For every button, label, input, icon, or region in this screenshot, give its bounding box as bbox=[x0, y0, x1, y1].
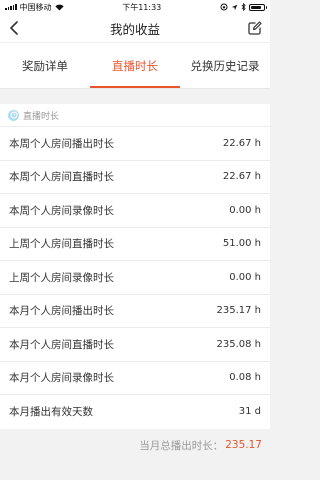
list-item: 本月个人房间直播时长 235.08 h bbox=[0, 328, 270, 362]
edit-button[interactable] bbox=[247, 20, 263, 36]
list-item: 本周个人房间直播时长 22.67 h bbox=[0, 161, 270, 194]
status-time: 下午11:33 bbox=[122, 2, 162, 12]
edit-icon bbox=[248, 21, 262, 35]
back-button[interactable] bbox=[6, 20, 22, 36]
list-item: 上周个人房间直播时长 51.00 h bbox=[0, 228, 270, 261]
wifi-icon bbox=[54, 4, 64, 10]
row-value: 22.67 h bbox=[222, 137, 261, 149]
total-value: 235.17 bbox=[225, 439, 262, 451]
list-item: 本周个人房间播出时长 22.67 h bbox=[0, 127, 270, 161]
nav-bar: 我的收益 bbox=[0, 14, 270, 42]
row-value: 0.00 h bbox=[229, 204, 261, 216]
section-title: 直播时长 bbox=[23, 111, 60, 122]
tab-live-duration[interactable]: 直播时长 bbox=[90, 43, 180, 88]
carrier-label: 中国移动 bbox=[19, 2, 52, 12]
total-label: 当月总播出时长： bbox=[139, 439, 224, 452]
tab-exchange-history[interactable]: 兑换历史记录 bbox=[180, 43, 270, 88]
signal-icon bbox=[5, 4, 17, 10]
row-label: 本月个人房间播出时长 bbox=[9, 305, 114, 318]
row-label: 本周个人房间直播时长 bbox=[9, 171, 114, 184]
row-value: 31 d bbox=[238, 406, 261, 418]
list-item: 本月个人房间播出时长 235.17 h bbox=[0, 295, 270, 328]
duration-list: 本周个人房间播出时长 22.67 h 本周个人房间直播时长 22.67 h 本周个人… bbox=[0, 127, 270, 429]
bluetooth-icon bbox=[241, 3, 246, 11]
row-value: 235.08 h bbox=[216, 338, 261, 350]
row-value: 22.67 h bbox=[222, 171, 261, 183]
page-title: 我的收益 bbox=[109, 21, 160, 37]
row-label: 本周个人房间播出时长 bbox=[9, 137, 114, 150]
battery-icon bbox=[249, 3, 267, 11]
status-left: 中国移动 bbox=[5, 2, 64, 13]
list-item: 上周个人房间录像时长 0.00 h bbox=[0, 261, 270, 295]
row-value: 0.00 h bbox=[229, 271, 261, 283]
row-label: 上周个人房间直播时长 bbox=[9, 238, 114, 251]
row-label: 本月播出有效天数 bbox=[9, 406, 93, 419]
clock-icon bbox=[8, 109, 19, 121]
row-label: 本月个人房间直播时长 bbox=[9, 338, 114, 351]
row-value: 235.17 h bbox=[216, 305, 261, 317]
row-label: 本月个人房间录像时长 bbox=[9, 372, 114, 385]
chevron-left-icon bbox=[10, 21, 18, 35]
list-item: 本周个人房间录像时长 0.00 h bbox=[0, 194, 270, 228]
rotation-lock-icon bbox=[220, 3, 228, 11]
total-summary: 当月总播出时长： 235.17 bbox=[0, 428, 270, 462]
status-bar: 中国移动 下午11:33 bbox=[0, 0, 270, 14]
tab-reward-details[interactable]: 奖励详单 bbox=[0, 43, 90, 88]
list-item: 本月个人房间录像时长 0.08 h bbox=[0, 362, 270, 395]
tab-bar: 奖励详单 直播时长 兑换历史记录 bbox=[0, 43, 270, 89]
row-label: 本周个人房间录像时长 bbox=[9, 204, 114, 217]
location-icon bbox=[231, 4, 238, 10]
list-item: 本月播出有效天数 31 d bbox=[0, 395, 270, 429]
row-label: 上周个人房间录像时长 bbox=[9, 271, 114, 284]
status-right bbox=[220, 3, 267, 11]
row-value: 51.00 h bbox=[222, 238, 261, 250]
row-value: 0.08 h bbox=[229, 372, 261, 384]
section-header: 直播时长 bbox=[0, 104, 270, 127]
